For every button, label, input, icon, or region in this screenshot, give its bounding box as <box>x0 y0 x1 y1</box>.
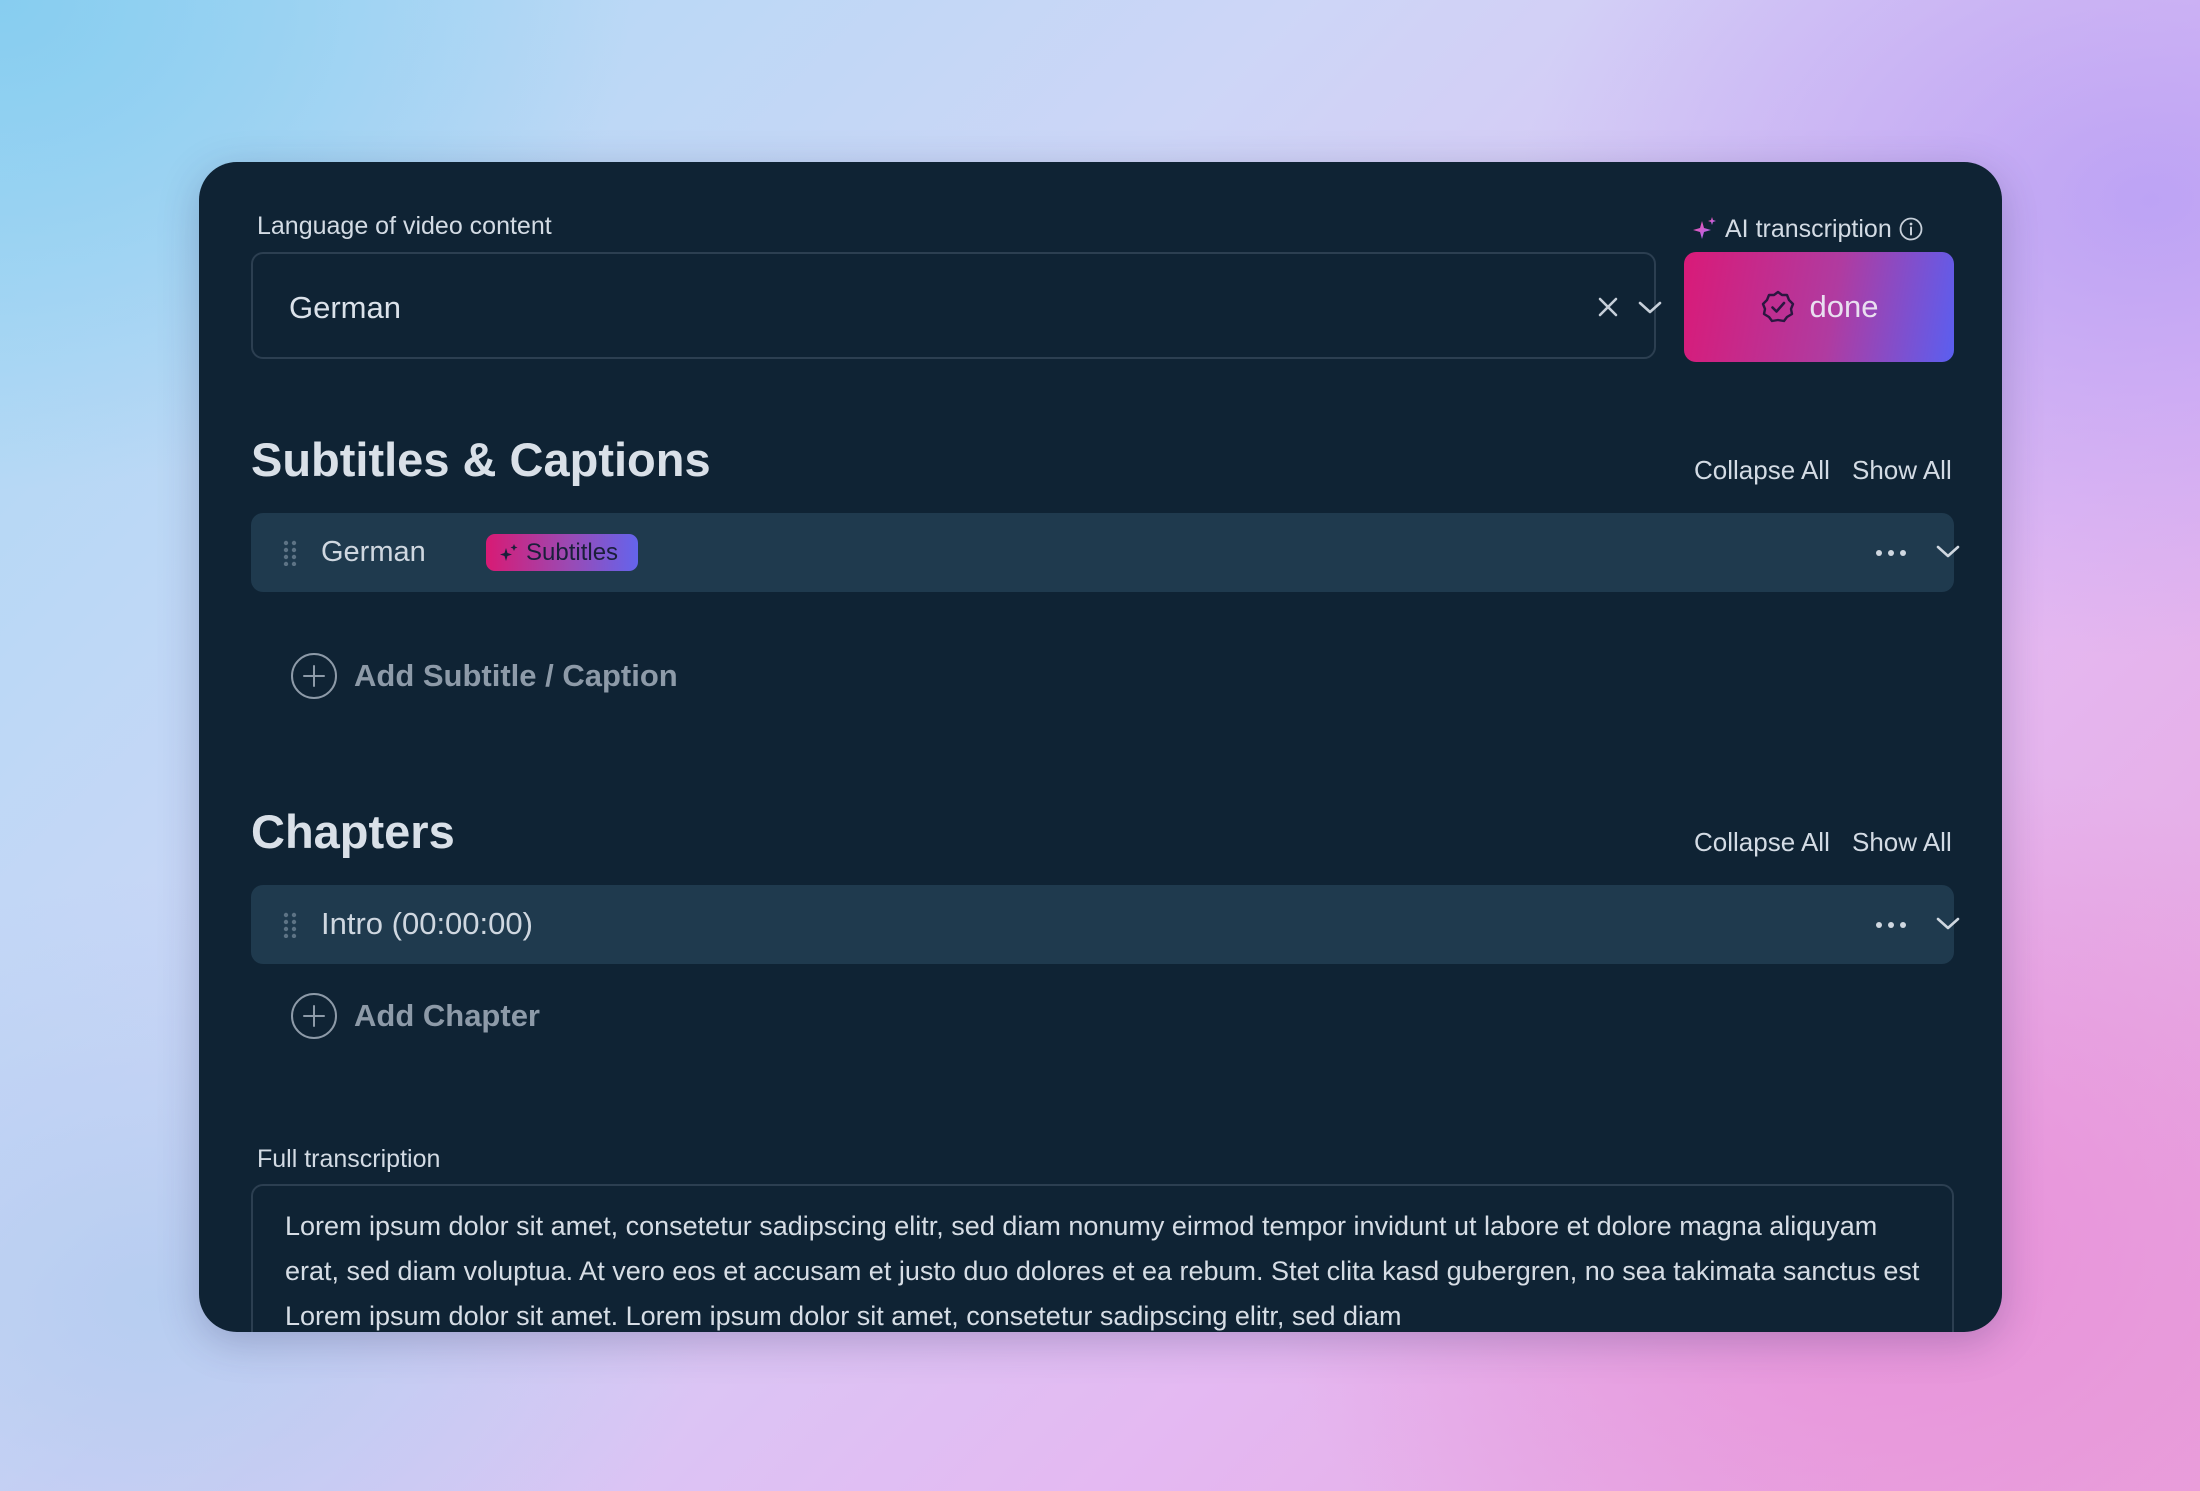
info-icon[interactable] <box>1898 216 1924 242</box>
chevron-down-icon[interactable] <box>1636 296 1664 318</box>
more-options-icon[interactable] <box>1875 549 1907 557</box>
plus-circle-icon <box>291 653 337 699</box>
drag-handle-icon[interactable] <box>283 912 297 938</box>
language-value: German <box>289 290 401 325</box>
chapters-collapse-all-button[interactable]: Collapse All <box>1694 827 1830 858</box>
plus-circle-icon <box>291 993 337 1039</box>
chapters-title: Chapters <box>251 805 455 858</box>
drag-handle-icon[interactable] <box>283 540 297 566</box>
transcription-panel: Language of video content German AI tran… <box>199 162 2002 1332</box>
full-transcription-label: Full transcription <box>257 1145 441 1173</box>
subtitles-collapse-all-button[interactable]: Collapse All <box>1694 455 1830 486</box>
add-subtitle-button[interactable]: Add Subtitle / Caption <box>290 652 678 700</box>
subtitles-title: Subtitles & Captions <box>251 433 711 486</box>
done-label: done <box>1809 289 1879 324</box>
add-subtitle-label: Add Subtitle / Caption <box>354 658 678 693</box>
add-chapter-label: Add Chapter <box>354 998 540 1033</box>
subtitles-badge: Subtitles <box>486 534 638 571</box>
close-icon[interactable] <box>1595 294 1621 320</box>
chapter-item-intro[interactable]: Intro (00:00:00) <box>251 885 1960 964</box>
check-badge-icon <box>1761 290 1794 323</box>
more-options-icon[interactable] <box>1875 921 1907 929</box>
ai-transcription-text: AI transcription <box>1725 214 1892 243</box>
chevron-down-icon[interactable] <box>1935 542 1961 562</box>
sparkle-icon <box>1693 217 1716 239</box>
add-chapter-button[interactable]: Add Chapter <box>290 992 540 1040</box>
chapters-show-all-button[interactable]: Show All <box>1852 827 1952 858</box>
subtitles-badge-text: Subtitles <box>526 538 619 566</box>
full-transcription-textarea[interactable]: Lorem ipsum dolor sit amet, consetetur s… <box>251 1184 1954 1332</box>
subtitles-show-all-button[interactable]: Show All <box>1852 455 1952 486</box>
language-label: Language of video content <box>257 212 552 240</box>
ai-transcription-done-button[interactable]: done <box>1684 252 1954 362</box>
ai-transcription-label: AI transcription <box>1691 214 1924 244</box>
sparkle-icon <box>500 543 518 561</box>
language-select[interactable]: German <box>251 252 1662 359</box>
chevron-down-icon[interactable] <box>1935 914 1961 934</box>
chapter-item-label: Intro (00:00:00) <box>321 906 533 941</box>
subtitle-item-german[interactable]: German Subtitles <box>251 513 1960 592</box>
subtitle-item-label: German <box>321 536 426 568</box>
